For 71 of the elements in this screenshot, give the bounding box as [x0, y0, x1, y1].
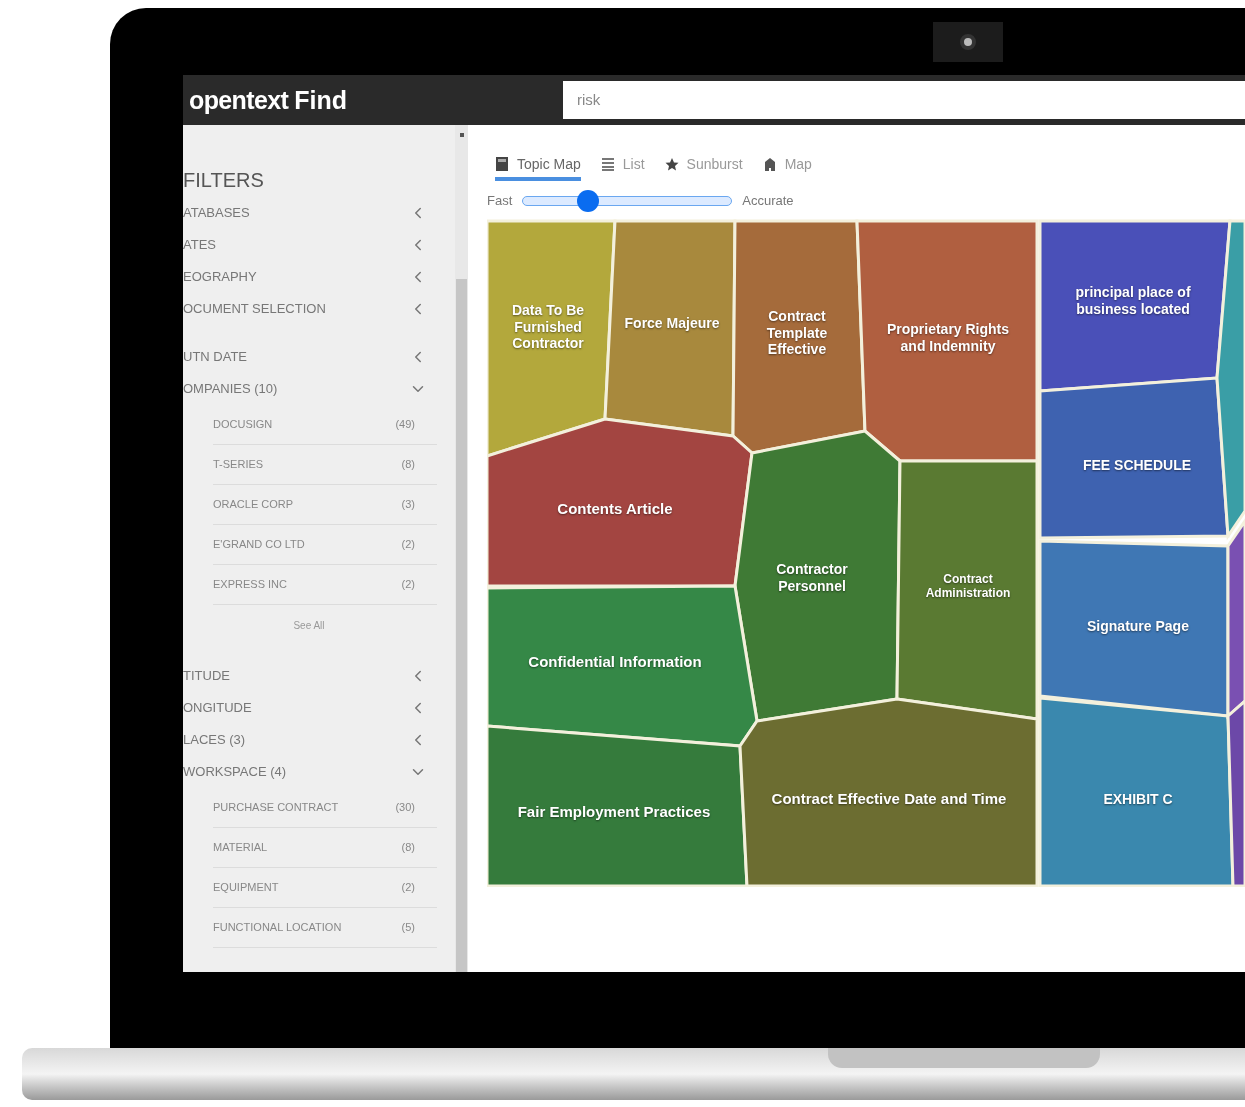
topic-label: Proprietary Rights and Indemnity [885, 321, 1011, 355]
topic-cell[interactable] [855, 219, 1039, 463]
filter-count: (2) [401, 880, 415, 896]
accurate-label: Accurate [742, 192, 794, 211]
scroll-up-icon [459, 133, 464, 137]
product-name: Find [294, 87, 347, 113]
topic-label: Confidential Information [528, 653, 702, 671]
filter-option[interactable]: MATERIAL [213, 839, 268, 856]
filter-section[interactable]: UTN DATE [183, 341, 455, 373]
brand-logo: opentext [189, 87, 289, 113]
filter-count: (2) [401, 537, 415, 553]
fast-label: Fast [487, 192, 513, 211]
topic-cell[interactable] [738, 697, 1039, 887]
topic-label: Data To Be Furnished Contractor [510, 301, 586, 353]
filter-section[interactable]: LACES (3) [183, 724, 455, 756]
filter-section[interactable]: EOGRAPHY [183, 261, 455, 293]
topic-cell[interactable] [487, 724, 749, 887]
filter-option[interactable]: PURCHASE CONTRACT [213, 799, 339, 816]
topic-cell[interactable] [1038, 376, 1230, 540]
filters-heading: FILTERS [183, 168, 265, 193]
list-icon [600, 157, 615, 171]
topic-label: Fair Employment Practices [517, 803, 711, 821]
filter-count: (30) [395, 800, 415, 816]
topic-cell[interactable] [1038, 219, 1232, 393]
see-all-link[interactable]: See All [293, 617, 325, 633]
filter-count: (49) [395, 417, 415, 433]
topic-label: EXHIBIT C [1103, 790, 1173, 808]
topic-label: Signature Page [1087, 617, 1189, 635]
filter-option[interactable]: FUNCTIONAL LOCATION [213, 919, 342, 936]
filter-option[interactable]: E'GRAND CO LTD [213, 536, 305, 553]
grid-icon [495, 157, 509, 171]
filter-section[interactable]: ONGITUDE [183, 692, 455, 724]
filter-section[interactable]: ATES [183, 229, 455, 261]
search-field[interactable]: risk [563, 81, 1245, 119]
topic-cell[interactable] [895, 459, 1039, 721]
topic-label: Contract Template Effective [765, 307, 829, 359]
topic-label: Contract Administration [924, 571, 1012, 601]
filter-count: (5) [401, 920, 415, 936]
webcam-icon [933, 21, 1003, 62]
filter-count: (2) [401, 577, 415, 593]
slider-thumb[interactable] [576, 190, 599, 212]
filter-count: (8) [401, 840, 415, 856]
scrollbar[interactable] [455, 125, 468, 972]
speed-slider[interactable] [522, 190, 733, 212]
filter-option[interactable]: EXPRESS INC [213, 576, 287, 593]
search-input[interactable]: risk [577, 88, 1231, 112]
filter-option[interactable]: DOCUSIGN [213, 416, 273, 433]
building-icon [762, 157, 777, 171]
filter-section[interactable]: OCUMENT SELECTION [183, 293, 455, 325]
filter-option[interactable]: ORACLE CORP [213, 496, 294, 513]
topic-label: Force Majeure [624, 314, 720, 332]
scrollbar-thumb[interactable] [456, 279, 467, 972]
view-tab[interactable]: Map [762, 151, 812, 181]
star-icon [664, 157, 679, 171]
topic-label: Contents Article [557, 500, 673, 518]
filter-section[interactable]: TITUDE [183, 660, 455, 692]
topic-label: FEE SCHEDULE [1082, 456, 1192, 474]
filter-option[interactable]: EQUIPMENT [213, 879, 279, 896]
topic-cell[interactable] [1215, 219, 1245, 541]
topic-label: Contract Effective Date and Time [771, 790, 1007, 808]
view-tab[interactable]: List [600, 151, 645, 181]
filter-count: (3) [401, 497, 415, 513]
view-tab[interactable]: Sunburst [664, 151, 743, 181]
filter-count: (8) [401, 457, 415, 473]
view-tab[interactable]: Topic Map [495, 151, 581, 181]
filter-option[interactable]: T-SERIES [213, 456, 264, 473]
filter-section[interactable]: OMPANIES (10) [183, 373, 455, 405]
topic-label: principal place of business located [1074, 284, 1192, 318]
filter-section[interactable]: ATABASES [183, 197, 455, 229]
filter-section[interactable]: WORKSPACE (4) [183, 756, 455, 788]
topic-label: Contractor Personnel [775, 561, 849, 595]
